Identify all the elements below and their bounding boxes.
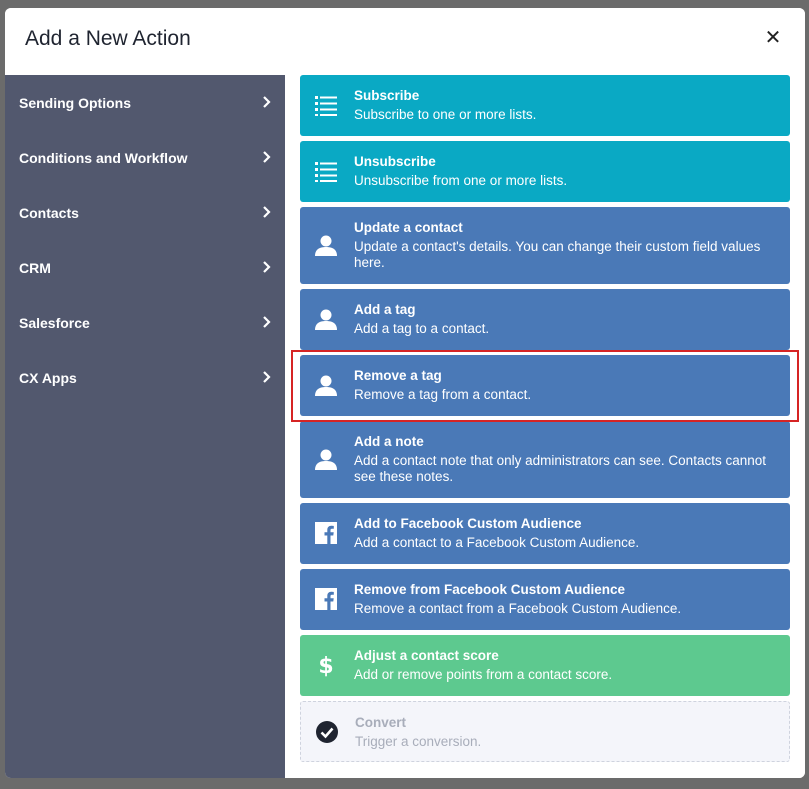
- action-title: Remove from Facebook Custom Audience: [354, 582, 626, 597]
- chevron-right-icon: [263, 151, 271, 163]
- action-title: Unsubscribe: [354, 154, 436, 169]
- action-description: Add or remove points from a contact scor…: [354, 667, 613, 682]
- sidebar-item-label: Contacts: [19, 205, 79, 221]
- action-description: Subscribe to one or more lists.: [354, 107, 537, 122]
- action-remove-facebook-audience[interactable]: Remove from Facebook Custom Audience Rem…: [300, 569, 790, 630]
- check-circle-icon: [315, 720, 339, 744]
- action-title: Adjust a contact score: [354, 648, 499, 663]
- modal-title: Add a New Action: [25, 27, 191, 50]
- sidebar-item-cx-apps[interactable]: CX Apps: [5, 350, 285, 405]
- user-icon: [314, 373, 338, 397]
- action-convert[interactable]: Convert Trigger a conversion.: [300, 701, 790, 762]
- facebook-icon: [314, 587, 338, 611]
- action-description: Add a contact to a Facebook Custom Audie…: [354, 535, 640, 550]
- chevron-right-icon: [263, 96, 271, 108]
- action-description: Add a tag to a contact.: [354, 321, 490, 336]
- action-list: Subscribe Subscribe to one or more lists…: [285, 75, 805, 778]
- chevron-right-icon: [263, 261, 271, 273]
- action-unsubscribe[interactable]: Unsubscribe Unsubscribe from one or more…: [300, 141, 790, 202]
- chevron-right-icon: [263, 206, 271, 218]
- sidebar-item-label: Salesforce: [19, 315, 90, 331]
- sidebar-item-sending-options[interactable]: Sending Options: [5, 75, 285, 130]
- chevron-right-icon: [263, 316, 271, 328]
- action-remove-tag[interactable]: Remove a tag Remove a tag from a contact…: [300, 355, 790, 416]
- sidebar-item-label: CX Apps: [19, 370, 77, 386]
- action-title: Convert: [355, 715, 407, 730]
- action-title: Update a contact: [354, 220, 463, 235]
- action-adjust-score[interactable]: $ Adjust a contact score Add or remove p…: [300, 635, 790, 696]
- chevron-right-icon: [263, 371, 271, 383]
- sidebar-item-contacts[interactable]: Contacts: [5, 185, 285, 240]
- action-title: Remove a tag: [354, 368, 442, 383]
- sidebar-item-conditions-and-workflow[interactable]: Conditions and Workflow: [5, 130, 285, 185]
- add-action-modal: Add a New Action ✕ Sending Options Condi…: [5, 8, 805, 778]
- sidebar-item-crm[interactable]: CRM: [5, 240, 285, 295]
- action-description: Remove a contact from a Facebook Custom …: [354, 601, 682, 616]
- category-sidebar: Sending Options Conditions and Workflow …: [5, 75, 285, 778]
- action-title: Subscribe: [354, 88, 420, 103]
- svg-text:$: $: [318, 654, 333, 677]
- action-description: Update a contact's details. You can chan…: [354, 239, 761, 270]
- sidebar-item-label: Sending Options: [19, 95, 131, 111]
- sidebar-item-salesforce[interactable]: Salesforce: [5, 295, 285, 350]
- action-description: Remove a tag from a contact.: [354, 387, 532, 402]
- close-icon[interactable]: ✕: [763, 28, 783, 48]
- list-icon: [314, 93, 338, 117]
- facebook-icon: [314, 521, 338, 545]
- sidebar-item-label: Conditions and Workflow: [19, 150, 188, 166]
- action-subscribe[interactable]: Subscribe Subscribe to one or more lists…: [300, 75, 790, 136]
- action-description: Unsubscribe from one or more lists.: [354, 173, 568, 188]
- modal-header: Add a New Action ✕: [5, 8, 805, 75]
- dollar-icon: $: [314, 653, 338, 677]
- action-description: Add a contact note that only administrat…: [354, 453, 766, 484]
- user-icon: [314, 447, 338, 471]
- list-icon: [314, 159, 338, 183]
- sidebar-item-label: CRM: [19, 260, 51, 276]
- action-update-contact[interactable]: Update a contact Update a contact's deta…: [300, 207, 790, 284]
- user-icon: [314, 307, 338, 331]
- action-title: Add a tag: [354, 302, 416, 317]
- action-add-facebook-audience[interactable]: Add to Facebook Custom Audience Add a co…: [300, 503, 790, 564]
- action-title: Add a note: [354, 434, 424, 449]
- action-add-tag[interactable]: Add a tag Add a tag to a contact.: [300, 289, 790, 350]
- action-title: Add to Facebook Custom Audience: [354, 516, 582, 531]
- user-icon: [314, 233, 338, 257]
- action-description: Trigger a conversion.: [355, 734, 482, 749]
- action-add-note[interactable]: Add a note Add a contact note that only …: [300, 421, 790, 498]
